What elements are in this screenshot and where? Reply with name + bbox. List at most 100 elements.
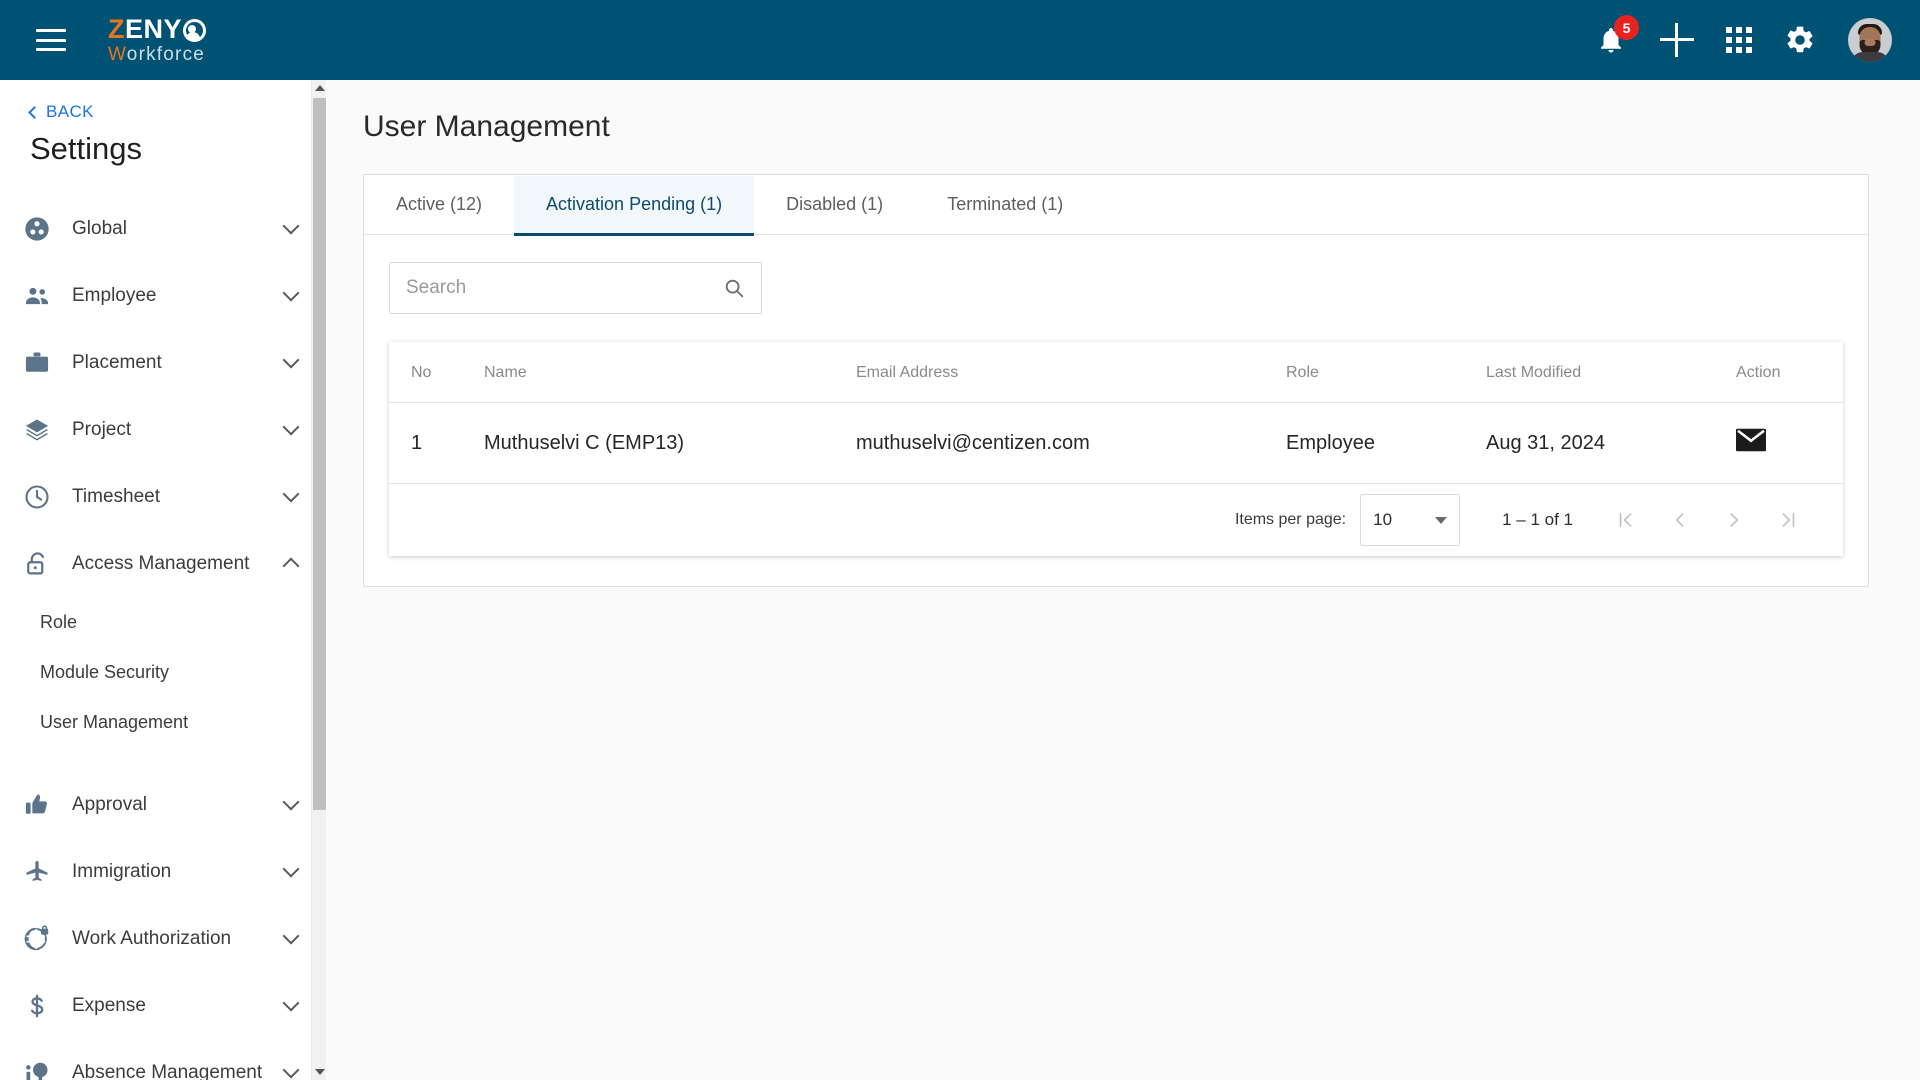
chevron-down-icon[interactable] [282, 418, 300, 436]
page-title: User Management [363, 110, 610, 143]
notifications-button[interactable]: 5 [1594, 15, 1639, 59]
brand-logo-w: W [108, 44, 127, 65]
scrollbar-thumb[interactable] [313, 98, 326, 810]
sidebar-item-label: Placement [72, 351, 162, 373]
user-management-card: Active (12) Activation Pending (1) Disab… [363, 174, 1869, 587]
brand-logo[interactable]: Z ENY Workforce [108, 16, 207, 65]
chevron-down-icon[interactable] [282, 351, 300, 369]
chevron-down-icon [1435, 516, 1448, 524]
sidebar-scroll-content: BACK Settings Global Employee Placement … [0, 102, 325, 1080]
next-page-button[interactable] [1721, 507, 1747, 533]
previous-page-button[interactable] [1667, 507, 1693, 533]
pagination-buttons [1613, 507, 1801, 533]
chevron-down-icon[interactable] [282, 217, 300, 235]
brand-person-mark-icon [183, 19, 207, 42]
column-header-role: Role [1286, 342, 1486, 403]
chevron-down-icon[interactable] [282, 485, 300, 503]
chevron-down-icon[interactable] [282, 284, 300, 302]
table-row[interactable]: 1 Muthuselvi C (EMP13) muthuselvi@centiz… [389, 402, 1843, 484]
settings-button[interactable] [1784, 24, 1816, 56]
sidebar-item-immigration[interactable]: Immigration [0, 838, 325, 905]
sidebar-item-work-authorization[interactable]: Work Authorization [0, 905, 325, 972]
cell-action [1736, 402, 1843, 484]
cell-role: Employee [1286, 402, 1486, 484]
sidebar-item-module-security[interactable]: Module Security [0, 647, 325, 697]
project-layers-icon [22, 415, 52, 445]
column-header-action: Action [1736, 342, 1843, 403]
chevron-down-icon[interactable] [282, 793, 300, 811]
previous-page-icon [1675, 513, 1684, 527]
chevron-down-icon[interactable] [282, 994, 300, 1012]
sidebar-item-access-management[interactable]: Access Management [0, 530, 325, 597]
first-page-button[interactable] [1613, 507, 1639, 533]
search-icon[interactable] [723, 277, 745, 299]
top-header-bar: Z ENY Workforce 5 [0, 0, 1920, 80]
sidebar-item-global[interactable]: Global [0, 195, 325, 262]
cell-email-address: muthuselvi@centizen.com [856, 402, 1286, 484]
sidebar-item-absence-management[interactable]: Absence Management [0, 1039, 325, 1080]
chevron-up-icon[interactable] [282, 557, 300, 574]
last-page-button[interactable] [1775, 507, 1801, 533]
sidebar-item-user-management[interactable]: User Management [0, 697, 325, 747]
chevron-down-icon[interactable] [282, 1061, 300, 1079]
sidebar-item-employee[interactable]: Employee [0, 262, 325, 329]
absence-person-tree-icon [22, 1058, 52, 1080]
chevron-down-icon[interactable] [282, 860, 300, 878]
sidebar-item-timesheet[interactable]: Timesheet [0, 463, 325, 530]
sidebar-item-label: Global [72, 217, 127, 239]
main-content: User Management Active (12) Activation P… [327, 80, 1920, 1080]
next-page-icon [1730, 513, 1739, 527]
back-button[interactable]: BACK [28, 102, 325, 122]
brand-logo-orkforce: orkforce [126, 44, 206, 65]
table-header-row: No Name Email Address Role Last Modified… [389, 342, 1843, 403]
globe-lock-icon [22, 924, 52, 954]
first-page-icon [1619, 512, 1632, 528]
apps-button[interactable] [1726, 27, 1752, 53]
chevron-left-icon [28, 105, 41, 119]
tab-terminated[interactable]: Terminated (1) [915, 176, 1095, 236]
search-input[interactable] [406, 277, 723, 299]
scrollbar-up-arrow-icon[interactable] [312, 80, 327, 96]
back-label: BACK [46, 102, 94, 121]
sidebar-item-project[interactable]: Project [0, 396, 325, 463]
global-icon [22, 214, 52, 244]
sidebar-item-role[interactable]: Role [0, 597, 325, 647]
hamburger-menu-icon[interactable] [36, 29, 66, 51]
sidebar-item-approval[interactable]: Approval [0, 771, 325, 838]
sidebar-scrollbar[interactable] [311, 80, 326, 1080]
email-icon[interactable] [1736, 428, 1766, 452]
scrollbar-down-arrow-icon[interactable] [312, 1064, 327, 1080]
column-header-no: No [389, 342, 484, 403]
tab-active[interactable]: Active (12) [364, 176, 514, 236]
items-per-page-select[interactable]: 10 [1360, 494, 1461, 546]
sidebar-item-placement[interactable]: Placement [0, 329, 325, 396]
search-box[interactable] [389, 262, 762, 314]
tab-activation-pending[interactable]: Activation Pending (1) [514, 176, 755, 236]
users-table: No Name Email Address Role Last Modified… [389, 342, 1843, 484]
avatar-face [1864, 39, 1876, 46]
tab-bar: Active (12) Activation Pending (1) Disab… [364, 175, 1868, 236]
items-per-page-label: Items per page: [1234, 511, 1347, 528]
tab-disabled[interactable]: Disabled (1) [754, 176, 915, 236]
sidebar-item-label: Work Authorization [72, 927, 232, 949]
tab-panel: No Name Email Address Role Last Modified… [364, 235, 1868, 586]
last-page-icon [1782, 512, 1795, 528]
sidebar-sub-item-label: Module Security [40, 661, 170, 682]
users-table-card: No Name Email Address Role Last Modified… [389, 342, 1843, 556]
header-actions: 5 [1594, 15, 1892, 62]
add-button[interactable] [1660, 23, 1694, 57]
sidebar-item-label: Project [72, 418, 132, 440]
sidebar-nav-list: Global Employee Placement Project Timesh… [0, 195, 325, 1080]
page-range-label: 1 – 1 of 1 [1502, 510, 1573, 529]
sidebar-item-label: Employee [72, 284, 157, 306]
lock-icon [22, 549, 52, 579]
sidebar-sub-item-label: User Management [40, 711, 189, 732]
items-per-page-value: 10 [1373, 510, 1393, 529]
avatar[interactable] [1848, 18, 1892, 62]
airplane-icon [22, 857, 52, 887]
chevron-down-icon[interactable] [282, 927, 300, 945]
cell-last-modified: Aug 31, 2024 [1486, 402, 1736, 484]
sidebar-item-expense[interactable]: Expense [0, 972, 325, 1039]
plus-icon [1660, 23, 1694, 57]
avatar-shoulders [1851, 52, 1889, 62]
